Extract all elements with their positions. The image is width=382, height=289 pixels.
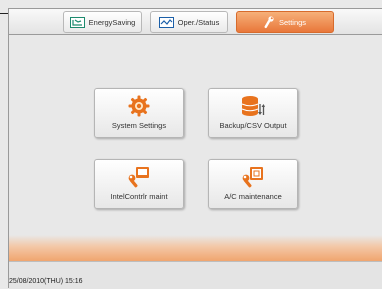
database-icon [241, 95, 265, 122]
ac-unit-wrench-icon [241, 166, 265, 193]
tab-settings[interactable]: Settings [236, 11, 334, 33]
tab-energy-saving-label: EnergySaving [88, 17, 136, 27]
tab-oper-status-label: Oper./Status [177, 17, 220, 27]
datetime-display: 25/08/2010(THU) 15:16 [9, 278, 83, 285]
main-content [9, 35, 382, 245]
ac-maintenance-button[interactable]: A/C maintenance [208, 159, 298, 209]
system-settings-button[interactable]: System Settings [94, 88, 184, 138]
intel-controller-maint-button[interactable]: IntelContrlr maint [94, 159, 184, 209]
intel-controller-maint-label: IntelContrlr maint [110, 192, 168, 201]
footer-gradient [9, 235, 382, 261]
tab-settings-label: Settings [278, 17, 307, 27]
wrench-icon [264, 15, 275, 29]
tab-energy-saving[interactable]: EnergySaving [63, 11, 142, 33]
backup-csv-output-label: Backup/CSV Output [219, 121, 287, 130]
backup-csv-output-button[interactable]: Backup/CSV Output [208, 88, 298, 138]
tab-oper-status[interactable]: Oper./Status [150, 11, 228, 33]
monitor-icon [158, 16, 174, 28]
system-settings-label: System Settings [111, 121, 167, 130]
controller-wrench-icon [127, 166, 151, 193]
ac-maintenance-label: A/C maintenance [224, 192, 282, 201]
energy-saving-icon [69, 16, 85, 28]
gear-icon [128, 95, 150, 122]
